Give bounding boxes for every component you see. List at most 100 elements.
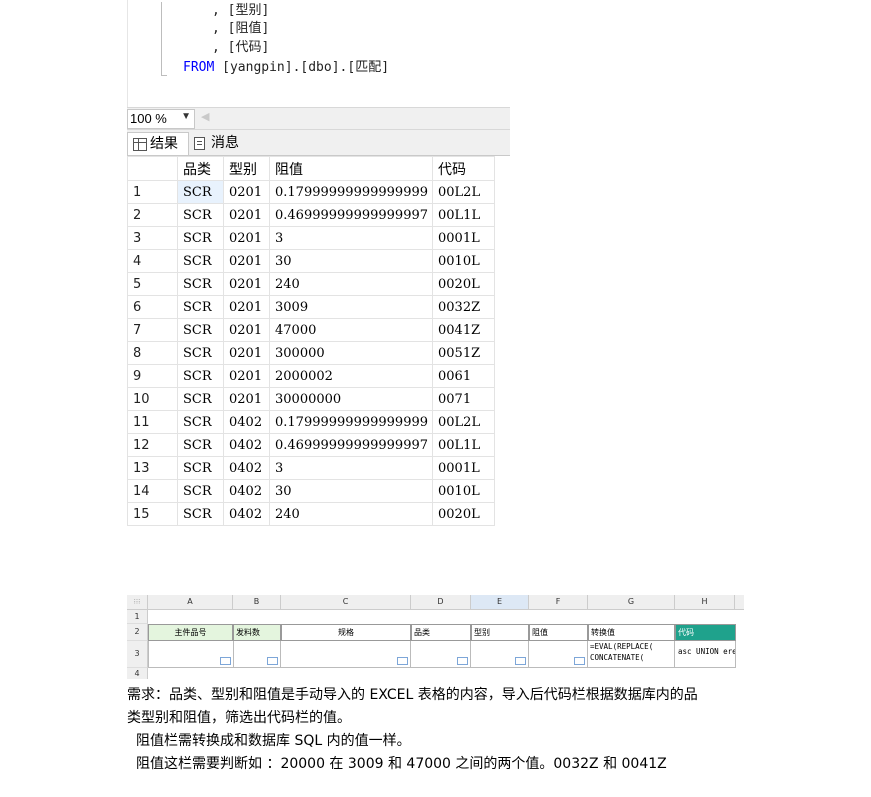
grid-cell[interactable]: SCR [177,410,224,434]
grid-cell[interactable]: 0201 [223,203,270,227]
grid-cell[interactable]: 0201 [223,249,270,273]
excel-header-cell[interactable]: 阻值 [529,624,588,641]
grid-cell[interactable]: 47000 [269,318,433,342]
grid-cell[interactable]: SCR [177,433,224,457]
grid-cell[interactable]: SCR [177,502,224,526]
column-letter-d[interactable]: D [411,595,471,610]
excel-cell[interactable] [411,641,471,668]
grid-cell[interactable]: 0402 [223,502,270,526]
grid-cell[interactable]: 0201 [223,387,270,411]
table-row[interactable]: 11 SCR 0402 0.17999999999999999 00L2L [127,410,495,434]
excel-cell[interactable] [233,641,281,668]
row-number-cell[interactable]: 15 [127,502,178,526]
grid-cell[interactable]: 0402 [223,410,270,434]
column-header[interactable]: 型别 [223,156,270,181]
column-letter-b[interactable]: B [233,595,281,610]
row-number-3[interactable]: 3 [127,641,148,668]
excel-header-cell[interactable]: 发料数 [233,624,281,641]
table-row[interactable]: 1 SCR 0201 0.17999999999999999 00L2L [127,180,495,204]
table-row[interactable]: 8 SCR 0201 300000 0051Z [127,341,495,365]
column-letter-c[interactable]: C [281,595,411,610]
grid-cell[interactable]: 0010L [432,479,495,503]
row-number-cell[interactable]: 8 [127,341,178,365]
row-number-header[interactable] [127,156,178,181]
excel-header-cell[interactable]: 转换值 [588,624,675,641]
grid-cell[interactable]: 30 [269,249,433,273]
grid-cell[interactable]: 0041Z [432,318,495,342]
row-number-cell[interactable]: 9 [127,364,178,388]
grid-cell[interactable]: SCR [177,180,224,204]
grid-cell[interactable]: 00L2L [432,410,495,434]
row-number-cell[interactable]: 2 [127,203,178,227]
grid-cell[interactable]: SCR [177,203,224,227]
tab-messages[interactable]: 消息 [189,132,247,154]
excel-header-cell[interactable]: 主件品号 [148,624,233,641]
grid-cell[interactable]: SCR [177,318,224,342]
column-letter-next[interactable] [735,595,744,610]
excel-code-cell[interactable]: asc UNION ere [675,641,736,668]
grid-cell[interactable]: 0010L [432,249,495,273]
grid-cell[interactable]: 0.17999999999999999 [269,410,433,434]
grid-cell[interactable]: SCR [177,456,224,480]
grid-cell[interactable]: 0051Z [432,341,495,365]
row-number-cell[interactable]: 1 [127,180,178,204]
table-row[interactable]: 7 SCR 0201 47000 0041Z [127,318,495,342]
grid-cell[interactable]: 0061 [432,364,495,388]
excel-header-cell[interactable]: 规格 [281,624,411,641]
grid-cell[interactable]: 00L1L [432,203,495,227]
table-row[interactable]: 10 SCR 0201 30000000 0071 [127,387,495,411]
grid-cell[interactable]: 0.17999999999999999 [269,180,433,204]
grid-cell[interactable]: SCR [177,341,224,365]
row-number-cell[interactable]: 7 [127,318,178,342]
column-letter-h[interactable]: H [675,595,735,610]
grid-cell[interactable]: 300000 [269,341,433,365]
grid-cell[interactable]: 0402 [223,456,270,480]
grid-cell[interactable]: SCR [177,226,224,250]
grid-cell[interactable]: 0001L [432,456,495,480]
column-letter-a[interactable]: A [148,595,233,610]
row-number-cell[interactable]: 4 [127,249,178,273]
row-number-cell[interactable]: 11 [127,410,178,434]
grid-cell[interactable]: 0201 [223,180,270,204]
column-header[interactable]: 阻值 [269,156,433,181]
grid-cell[interactable]: 30 [269,479,433,503]
grid-cell[interactable]: 2000002 [269,364,433,388]
select-all-corner[interactable]: ⁝⁝⁝ [127,595,148,610]
zoom-dropdown[interactable]: 100 % ▼ [127,109,195,129]
grid-cell[interactable]: SCR [177,479,224,503]
table-row[interactable]: 3 SCR 0201 3 0001L [127,226,495,250]
column-header[interactable]: 代码 [432,156,495,181]
grid-cell[interactable]: 0071 [432,387,495,411]
excel-cell[interactable] [529,641,588,668]
table-row[interactable]: 5 SCR 0201 240 0020L [127,272,495,296]
table-row[interactable]: 15 SCR 0402 240 0020L [127,502,495,526]
sql-editor[interactable]: , [型别] , [阻值] , [代码] FROM [yangpin].[dbo… [127,0,511,107]
column-header[interactable]: 品类 [177,156,224,181]
row-number-cell[interactable]: 10 [127,387,178,411]
grid-cell[interactable]: 3 [269,456,433,480]
grid-cell[interactable]: 0402 [223,479,270,503]
grid-cell[interactable]: 240 [269,502,433,526]
grid-cell[interactable]: 0032Z [432,295,495,319]
row-number-cell[interactable]: 3 [127,226,178,250]
table-row[interactable]: 13 SCR 0402 3 0001L [127,456,495,480]
grid-cell[interactable]: 0201 [223,272,270,296]
column-letter-e[interactable]: E [471,595,529,610]
grid-cell[interactable]: 0020L [432,502,495,526]
table-row[interactable]: 14 SCR 0402 30 0010L [127,479,495,503]
grid-cell[interactable]: 0402 [223,433,270,457]
grid-cell[interactable]: 0201 [223,341,270,365]
grid-cell[interactable]: SCR [177,272,224,296]
column-letter-f[interactable]: F [529,595,588,610]
excel-formula-cell[interactable]: =EVAL(REPLACE( CONCATENATE( [588,641,675,668]
excel-cell[interactable] [281,641,411,668]
grid-cell[interactable]: 0.46999999999999997 [269,203,433,227]
grid-cell[interactable]: SCR [177,249,224,273]
excel-header-cell-code[interactable]: 代码 [675,624,736,641]
grid-cell[interactable]: 0201 [223,295,270,319]
grid-cell[interactable]: 3009 [269,295,433,319]
column-letter-g[interactable]: G [588,595,675,610]
table-row[interactable]: 2 SCR 0201 0.46999999999999997 00L1L [127,203,495,227]
table-row[interactable]: 9 SCR 0201 2000002 0061 [127,364,495,388]
row-number-cell[interactable]: 13 [127,456,178,480]
